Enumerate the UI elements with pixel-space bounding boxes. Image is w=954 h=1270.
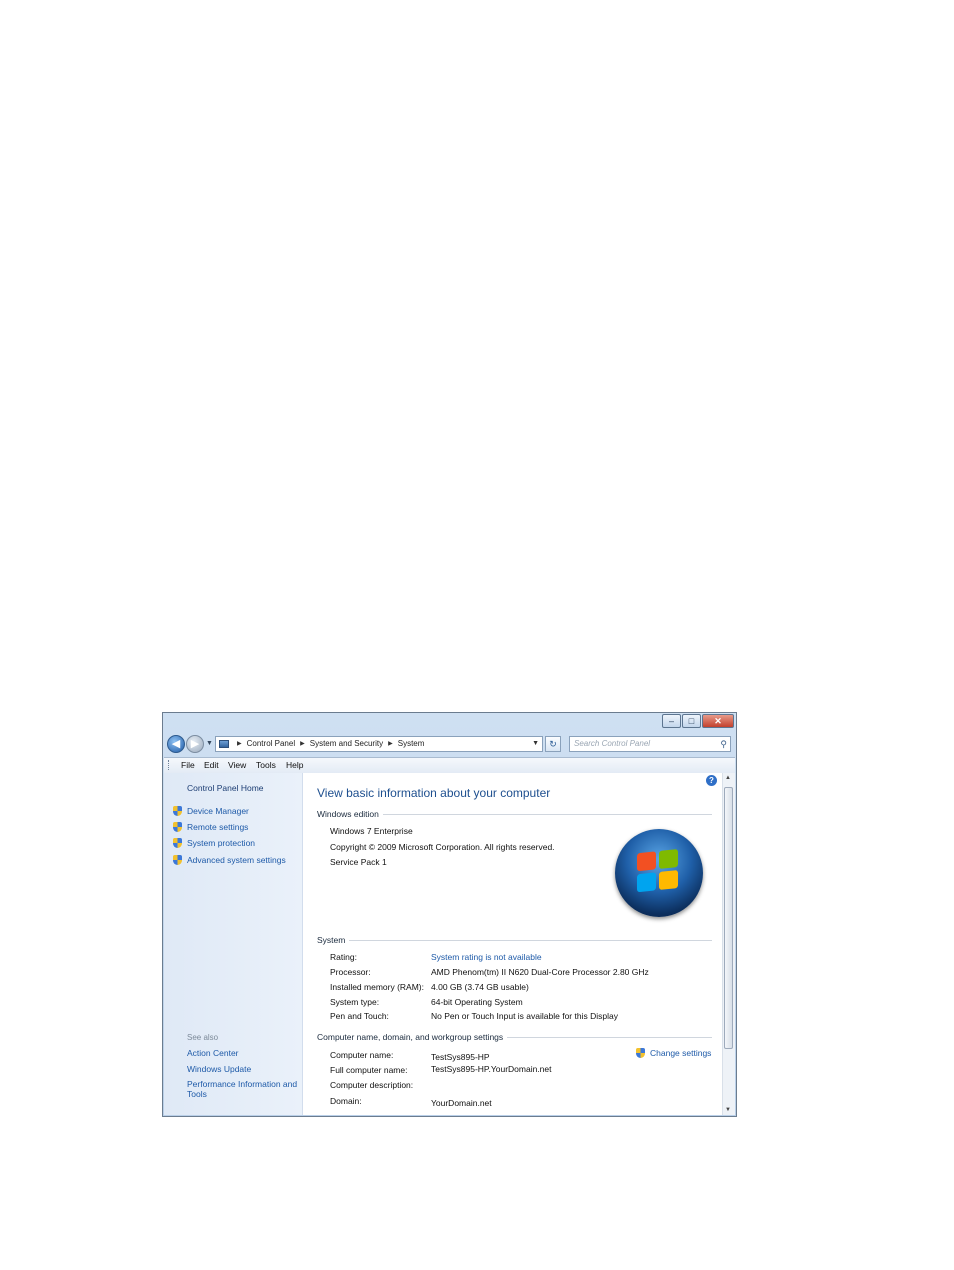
memory-value: 4.00 GB (3.74 GB usable) [431, 982, 529, 992]
performance-information-link[interactable]: Performance Information and Tools [187, 1079, 299, 1099]
search-icon[interactable]: ⚲ [720, 737, 727, 751]
control-panel-home-link[interactable]: Control Panel Home [187, 783, 264, 793]
computer-description-label: Computer description: [330, 1080, 414, 1090]
uac-shield-icon [173, 855, 182, 865]
advanced-system-settings-link[interactable]: Advanced system settings [173, 855, 286, 865]
remote-settings-label: Remote settings [187, 822, 249, 832]
system-window: – □ ✕ ◀ ▶ ▼ ▶ Control Panel ▶ System and… [162, 712, 737, 1117]
section-divider [349, 939, 712, 941]
computer-name-section: Computer name, domain, and workgroup set… [317, 1032, 712, 1042]
close-button[interactable]: ✕ [702, 714, 734, 728]
address-bar[interactable]: ▶ Control Panel ▶ System and Security ▶ … [215, 736, 543, 752]
menu-grip [168, 760, 171, 770]
menu-tools[interactable]: Tools [256, 760, 276, 770]
menu-edit[interactable]: Edit [204, 760, 219, 770]
system-protection-label: System protection [187, 838, 256, 848]
forward-arrow-icon[interactable]: ▶ [186, 735, 204, 753]
system-type-value: 64-bit Operating System [431, 997, 523, 1007]
search-placeholder: Search Control Panel [574, 739, 651, 748]
change-settings-link[interactable]: Change settings [636, 1048, 711, 1058]
page-title: View basic information about your comput… [317, 786, 551, 800]
service-pack-text: Service Pack 1 [330, 857, 387, 867]
vertical-scrollbar[interactable]: ▲ ▼ [722, 773, 735, 1115]
main-pane: View basic information about your comput… [317, 773, 717, 1115]
menu-bar: File Edit View Tools Help [164, 757, 735, 774]
computer-name-label: Computer name: [330, 1050, 394, 1060]
action-center-link[interactable]: Action Center [187, 1048, 299, 1058]
breadcrumb-separator-icon[interactable]: ▶ [388, 737, 393, 751]
breadcrumb-system[interactable]: System [398, 737, 425, 751]
advanced-system-settings-label: Advanced system settings [187, 855, 286, 865]
windows-update-link[interactable]: Windows Update [187, 1064, 299, 1074]
computer-name-heading: Computer name, domain, and workgroup set… [317, 1032, 504, 1042]
control-panel-icon [219, 740, 229, 748]
recent-pages-dropdown-icon[interactable]: ▼ [206, 740, 213, 747]
full-computer-name-value: TestSys895-HP.YourDomain.net [431, 1064, 552, 1074]
scroll-thumb[interactable] [724, 787, 733, 1049]
breadcrumb-separator-icon[interactable]: ▶ [237, 737, 242, 751]
scroll-down-icon[interactable]: ▼ [725, 1107, 731, 1113]
system-rating-link[interactable]: System rating is not available [431, 952, 542, 962]
pen-touch-value: No Pen or Touch Input is available for t… [431, 1011, 618, 1021]
search-input[interactable]: Search Control Panel ⚲ [569, 736, 731, 752]
windows-edition-name: Windows 7 Enterprise [330, 826, 413, 836]
system-protection-link[interactable]: System protection [173, 838, 255, 848]
windows-logo-icon [615, 829, 703, 917]
domain-label: Domain: [330, 1096, 362, 1106]
full-computer-name-label: Full computer name: [330, 1065, 408, 1075]
system-section: System [317, 935, 712, 945]
windows-edition-heading: Windows edition [317, 809, 379, 819]
back-arrow-icon[interactable]: ◀ [167, 735, 185, 753]
breadcrumb-system-and-security[interactable]: System and Security [310, 737, 383, 751]
section-divider [507, 1036, 712, 1038]
see-also-heading: See also [187, 1033, 219, 1042]
breadcrumb-control-panel[interactable]: Control Panel [247, 737, 295, 751]
system-heading: System [317, 935, 346, 945]
content-area: Control Panel Home Device Manager Remote… [164, 773, 735, 1115]
processor-label: Processor: [330, 967, 371, 977]
maximize-button[interactable]: □ [682, 714, 701, 728]
minimize-button[interactable]: – [662, 714, 681, 728]
menu-file[interactable]: File [181, 760, 195, 770]
device-manager-label: Device Manager [187, 806, 249, 816]
remote-settings-link[interactable]: Remote settings [173, 822, 248, 832]
navigation-bar: ◀ ▶ ▼ ▶ Control Panel ▶ System and Secur… [167, 735, 732, 755]
uac-shield-icon [173, 806, 182, 816]
caption-buttons: – □ ✕ [661, 714, 734, 728]
uac-shield-icon [173, 822, 182, 832]
windows-edition-section: Windows edition [317, 809, 712, 819]
memory-label: Installed memory (RAM): [330, 982, 424, 992]
rating-label: Rating: [330, 952, 357, 962]
refresh-icon[interactable]: ↻ [545, 736, 561, 752]
address-dropdown-icon[interactable]: ▼ [532, 737, 539, 751]
help-icon[interactable]: ? [706, 775, 717, 786]
menu-view[interactable]: View [228, 760, 246, 770]
uac-shield-icon [636, 1048, 645, 1058]
copyright-text: Copyright © 2009 Microsoft Corporation. … [330, 842, 555, 852]
task-pane: Control Panel Home Device Manager Remote… [164, 773, 303, 1115]
pen-touch-label: Pen and Touch: [330, 1011, 389, 1021]
domain-value: YourDomain.net [431, 1098, 492, 1108]
system-type-label: System type: [330, 997, 380, 1007]
scroll-up-icon[interactable]: ▲ [725, 775, 731, 781]
processor-value: AMD Phenom(tm) II N620 Dual-Core Process… [431, 967, 649, 977]
menu-help[interactable]: Help [286, 760, 303, 770]
change-settings-label: Change settings [650, 1048, 712, 1058]
uac-shield-icon [173, 838, 182, 848]
breadcrumb-separator-icon[interactable]: ▶ [300, 737, 305, 751]
device-manager-link[interactable]: Device Manager [173, 806, 249, 816]
section-divider [382, 813, 712, 815]
computer-name-value: TestSys895-HP [431, 1052, 490, 1062]
